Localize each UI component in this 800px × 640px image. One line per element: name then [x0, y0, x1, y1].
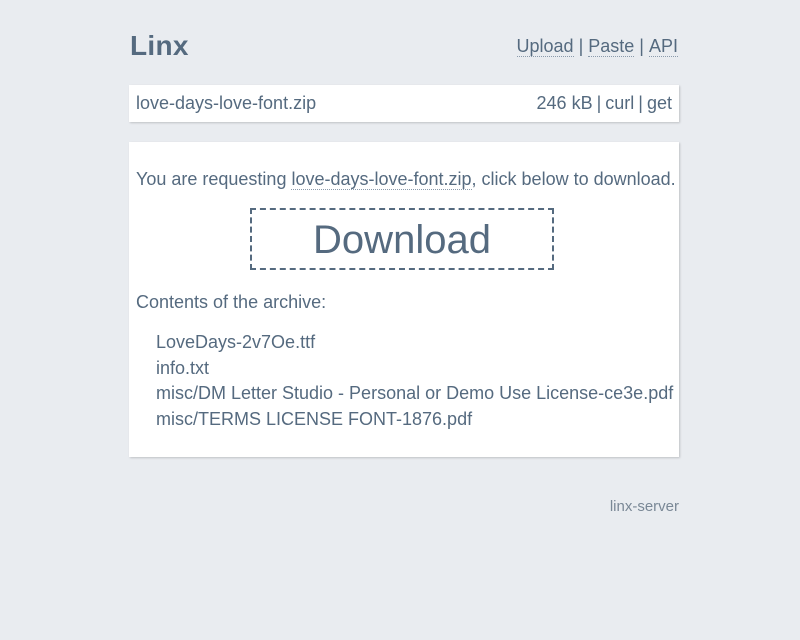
- nav-upload-link[interactable]: Upload: [516, 36, 574, 57]
- request-suffix: , click below to download.: [471, 169, 676, 189]
- archive-file-item: info.txt: [156, 357, 210, 378]
- nav-paste-link[interactable]: Paste: [588, 36, 635, 57]
- request-prefix: You are requesting: [136, 169, 292, 189]
- nav-api-link[interactable]: API: [648, 36, 678, 57]
- download-panel: You are requesting love-days-love-font.z…: [129, 142, 679, 457]
- download-button[interactable]: Download: [250, 208, 554, 270]
- footer-text[interactable]: linx-server: [610, 498, 679, 515]
- file-info-bar: love-days-love-font.zip 246 kB | curl | get: [129, 85, 679, 122]
- header: Linx Upload | Paste | API: [130, 28, 680, 68]
- nav-separator: |: [578, 36, 584, 56]
- logo[interactable]: Linx: [130, 30, 189, 62]
- file-size: 246 kB: [536, 93, 593, 113]
- archive-file-item: misc/DM Letter Studio - Personal or Demo…: [156, 383, 674, 403]
- archive-contents-title: Contents of the archive:: [136, 292, 327, 312]
- curl-link[interactable]: curl: [605, 93, 634, 113]
- nav-separator: |: [639, 36, 644, 56]
- meta-separator: |: [638, 93, 643, 113]
- file-meta: 246 kB | curl | get: [537, 93, 672, 114]
- meta-separator: |: [596, 93, 602, 113]
- get-link[interactable]: get: [647, 93, 672, 113]
- page: Linx Upload | Paste | API love-days-love-fon…: [0, 0, 800, 640]
- archive-file-item: misc/TERMS LICENSE FONT-1876.pdf: [156, 408, 473, 429]
- file-name: love-days-love-font.zip: [136, 93, 317, 113]
- request-message: You are requesting love-days-love-font.z…: [136, 169, 676, 190]
- archive-file-item: LoveDays-2v7Oe.ttf: [156, 332, 316, 352]
- request-file-link[interactable]: love-days-love-font.zip: [291, 169, 472, 190]
- nav-menu: Upload | Paste | API: [516, 36, 678, 57]
- archive-file-list: LoveDays-2v7Oe.ttf info.txt misc/DM Lett…: [156, 330, 673, 432]
